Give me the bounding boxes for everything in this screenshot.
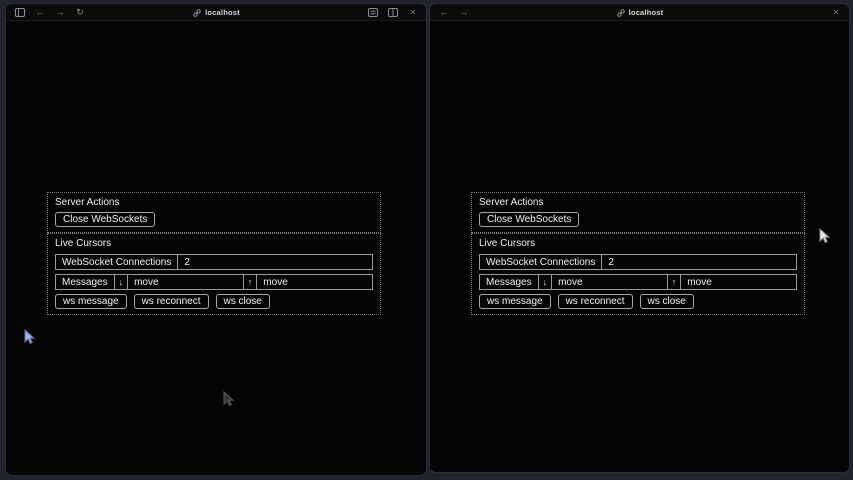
reader-view-icon[interactable]	[368, 8, 378, 18]
sidebar-toggle-icon[interactable]	[15, 8, 25, 18]
ws-buttons-row: ws message ws reconnect ws close	[479, 294, 797, 309]
titlebar-right-controls: ×	[368, 4, 418, 21]
server-actions-title: Server Actions	[479, 197, 797, 209]
close-websockets-button[interactable]: Close WebSockets	[479, 212, 579, 227]
titlebar: ← → localhost ×	[430, 4, 849, 21]
live-cursors-panel: Live Cursors WebSocket Connections 2 Mes…	[471, 233, 805, 315]
browser-window-right: ← → localhost × Server Actions Close Web…	[430, 4, 849, 472]
close-icon[interactable]: ×	[408, 8, 418, 18]
outgoing-message-value: move	[681, 275, 796, 289]
outgoing-message-value: move	[257, 275, 372, 289]
link-icon	[192, 8, 202, 18]
ws-reconnect-button[interactable]: ws reconnect	[558, 294, 633, 309]
messages-label: Messages	[56, 275, 115, 289]
server-actions-title: Server Actions	[55, 197, 373, 209]
titlebar-right-controls: ×	[831, 4, 841, 21]
page-title: localhost	[629, 8, 664, 17]
connections-row: WebSocket Connections 2	[55, 254, 373, 270]
address-area: localhost	[430, 4, 849, 21]
titlebar-left-controls: ← →	[439, 4, 469, 21]
reload-icon[interactable]: ↻	[75, 8, 85, 18]
ws-reconnect-button[interactable]: ws reconnect	[134, 294, 209, 309]
incoming-message-value: move	[552, 275, 668, 289]
live-cursors-panel: Live Cursors WebSocket Connections 2 Mes…	[47, 233, 381, 315]
arrow-down-icon: ↓	[115, 275, 129, 289]
page-content: Server Actions Close WebSockets Live Cur…	[430, 22, 849, 472]
ws-buttons-row: ws message ws reconnect ws close	[55, 294, 373, 309]
messages-row: Messages ↓ move ↑ move	[479, 274, 797, 290]
ws-close-button[interactable]: ws close	[640, 294, 694, 309]
titlebar-left-controls: ← → ↻	[15, 4, 85, 21]
arrow-down-icon: ↓	[539, 275, 553, 289]
ws-message-button[interactable]: ws message	[479, 294, 551, 309]
incoming-message-value: move	[128, 275, 244, 289]
back-icon[interactable]: ←	[439, 8, 449, 18]
connections-value: 2	[178, 255, 372, 269]
forward-icon[interactable]: →	[55, 8, 65, 18]
live-cursors-title: Live Cursors	[479, 238, 797, 250]
split-view-icon[interactable]	[388, 8, 398, 18]
forward-icon[interactable]: →	[459, 8, 469, 18]
back-icon[interactable]: ←	[35, 8, 45, 18]
server-actions-panel: Server Actions Close WebSockets	[47, 192, 381, 233]
page-content: Server Actions Close WebSockets Live Cur…	[6, 22, 426, 475]
messages-row: Messages ↓ move ↑ move	[55, 274, 373, 290]
connections-label: WebSocket Connections	[480, 255, 602, 269]
messages-label: Messages	[480, 275, 539, 289]
ws-message-button[interactable]: ws message	[55, 294, 127, 309]
close-websockets-button[interactable]: Close WebSockets	[55, 212, 155, 227]
connections-row: WebSocket Connections 2	[479, 254, 797, 270]
page-title: localhost	[205, 8, 240, 17]
arrow-up-icon: ↑	[668, 275, 682, 289]
browser-window-left: ← → ↻ localhost × Server Actions Close W…	[6, 4, 426, 475]
connections-value: 2	[602, 255, 796, 269]
ws-close-button[interactable]: ws close	[216, 294, 270, 309]
titlebar: ← → ↻ localhost ×	[6, 4, 426, 21]
connections-label: WebSocket Connections	[56, 255, 178, 269]
close-icon[interactable]: ×	[831, 8, 841, 18]
live-cursors-title: Live Cursors	[55, 238, 373, 250]
arrow-up-icon: ↑	[244, 275, 258, 289]
link-icon	[616, 8, 626, 18]
desktop: { "chrome": { "title": "localhost", "bac…	[0, 0, 853, 480]
server-actions-panel: Server Actions Close WebSockets	[471, 192, 805, 233]
